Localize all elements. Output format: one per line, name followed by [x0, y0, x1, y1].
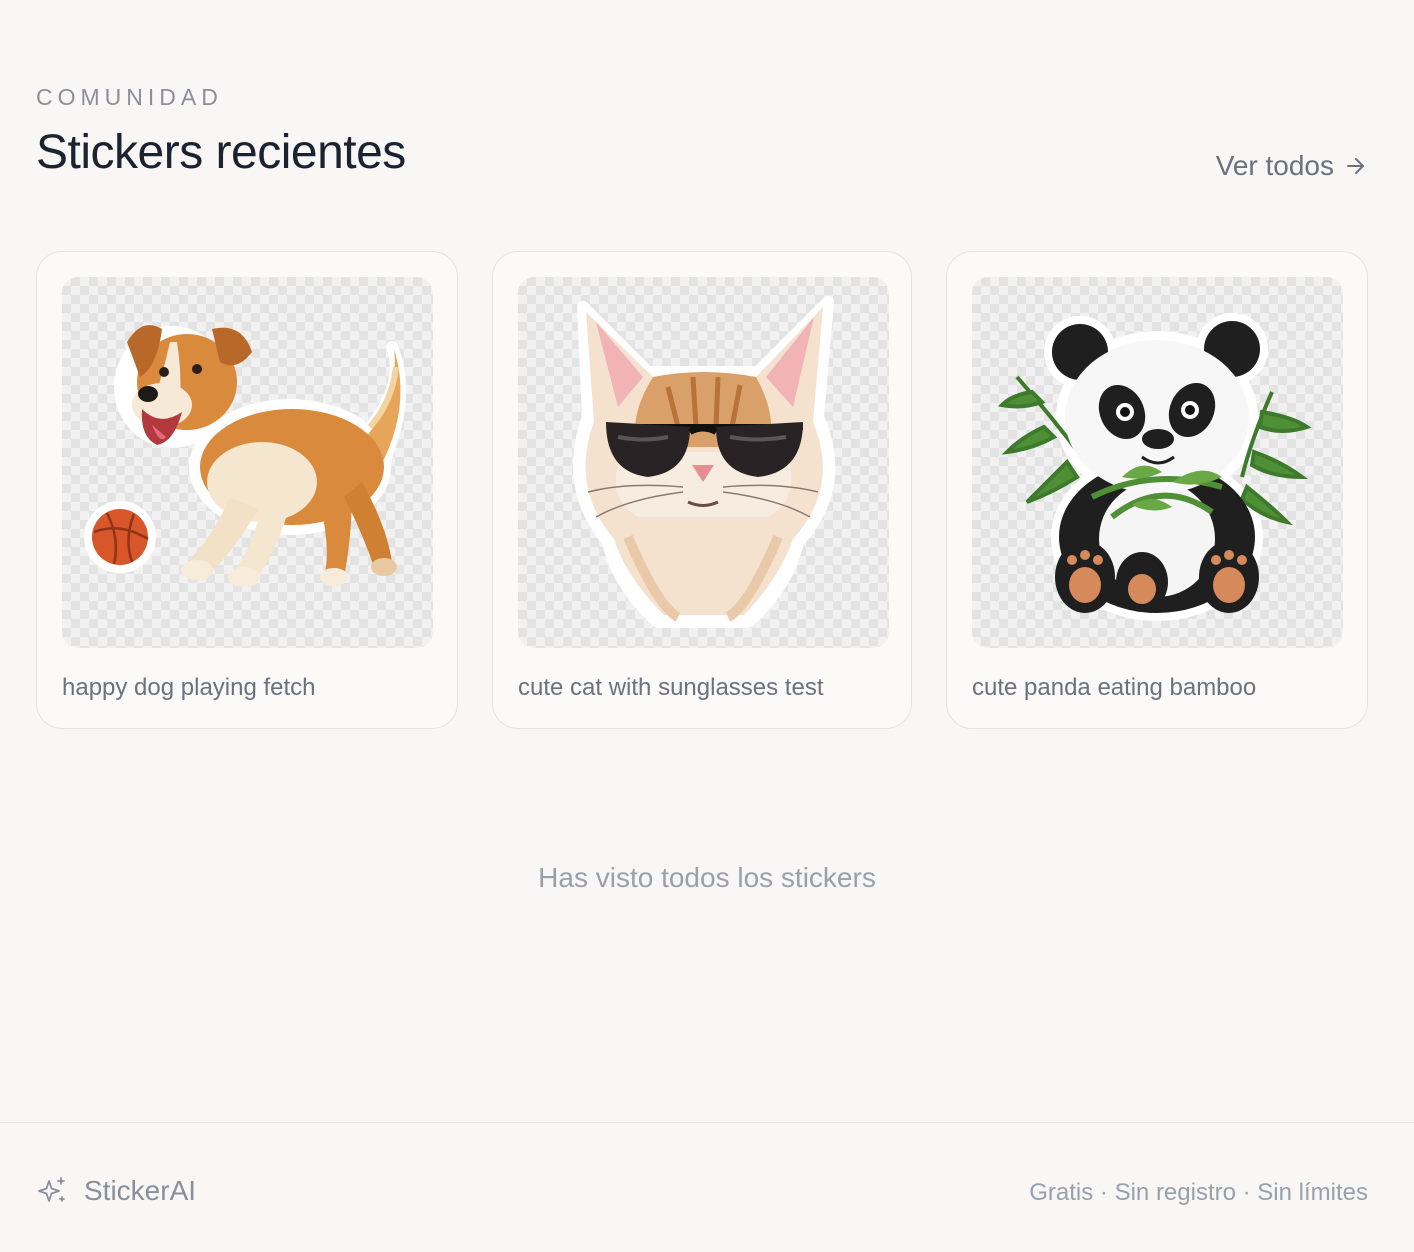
sticker-card[interactable]: cute cat with sunglasses test [492, 251, 912, 729]
sticker-thumbnail [518, 277, 889, 648]
end-of-list-message: Has visto todos los stickers [538, 862, 876, 893]
sticker-caption: cute cat with sunglasses test [518, 674, 824, 701]
footer-tagline: Gratis · Sin registro · Sin límites [1029, 1179, 1368, 1206]
section-header: COMUNIDAD Stickers recientes Ver todos [36, 84, 1368, 182]
cat-sticker [573, 296, 836, 628]
sticker-caption: cute panda eating bamboo [972, 674, 1257, 701]
sparkles-icon [38, 1177, 65, 1202]
see-all-link[interactable]: Ver todos [1216, 150, 1368, 182]
panda-sticker [997, 313, 1312, 621]
sticker-grid: happy dog playing fetch cute cat with su… [36, 251, 1368, 729]
page-title: Stickers recientes [36, 126, 406, 179]
brand-name: StickerAI [84, 1175, 197, 1206]
dog-sticker [84, 325, 406, 587]
see-all-label: Ver todos [1215, 150, 1334, 181]
sticker-thumbnail [62, 277, 433, 648]
brand-link[interactable]: StickerAI [36, 1175, 196, 1207]
sticker-caption: happy dog playing fetch [62, 674, 316, 701]
footer: StickerAI Gratis · Sin registro · Sin lí… [0, 1122, 1414, 1252]
sticker-card[interactable]: cute panda eating bamboo [946, 251, 1368, 729]
arrow-right-icon [1347, 158, 1364, 174]
sticker-thumbnail [972, 277, 1343, 648]
page: COMUNIDAD Stickers recientes Ver todos h… [0, 0, 1414, 1252]
section-eyebrow: COMUNIDAD [36, 84, 223, 110]
sticker-card[interactable]: happy dog playing fetch [36, 251, 458, 729]
